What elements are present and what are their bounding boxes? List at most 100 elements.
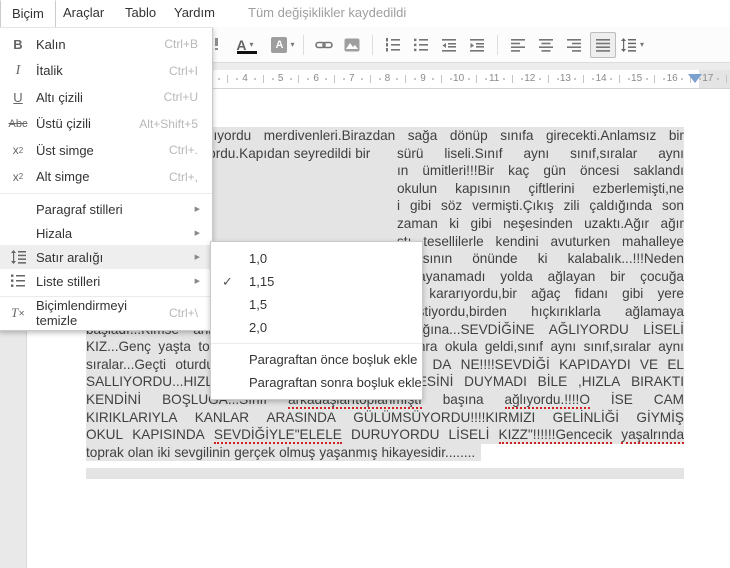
menu-tablo[interactable]: Tablo [114,0,167,26]
menu-separator [0,193,212,194]
submenu-item-label: Paragraftan sonra boşluk ekle [249,375,422,390]
doc-word: SALLIYORDU...HIZLA [86,374,222,390]
list-styles-icon [0,273,36,289]
format-menu-item-alt-simge[interactable]: x 2 Alt simge Ctrl+, [0,164,212,191]
doc-word: girecekti.Anlamsız [545,128,657,143]
submenu-item-label: 1,15 [249,274,275,289]
format-menu-item-alti-cizili[interactable]: U Altı çizili Ctrl+U [0,84,212,111]
submenu-item-label: 2,0 [249,320,268,335]
align-right-button[interactable] [562,33,586,57]
image-icon [344,38,360,52]
dropdown-caret-icon[interactable]: ▾ [250,40,254,49]
doc-word: aynı [523,145,550,161]
format-menu: B Kalın Ctrl+B I İtalik Ctrl+I U Altı çizili Ctr… [0,27,213,331]
doc-word: son [662,198,684,214]
format-menu-item-bicimlendirmeyi-temizle[interactable]: T ✕ Biçimlendirmeyi temizle Ctrl+\ [0,298,212,328]
menu-separator [211,343,422,344]
ruler-number: 4 [242,73,248,84]
doc-word: kararıyordu,bir [429,286,517,302]
doc-word: yolda [500,268,533,284]
format-menu-item-italik[interactable]: I İtalik Ctrl+I [0,58,212,85]
doc-word: gibi [409,198,432,214]
format-menu-item-satir-araligi[interactable]: Satır aralığı ▶ [0,245,212,269]
format-menu-item-ustu-cizili[interactable]: Abc Üstü çizili Alt+Shift+5 [0,111,212,138]
format-menu-item-kalin[interactable]: B Kalın Ctrl+B [0,31,212,58]
doc-word: kalabalık...!!!Neden [567,251,684,267]
increase-indent-button[interactable] [465,33,489,57]
align-left-button[interactable] [506,33,530,57]
submenu-item-spacing-1-0[interactable]: 1,0 [211,247,422,270]
indent-icon [469,37,485,53]
menu-yardim[interactable]: Yardım [163,0,226,26]
right-indent-marker[interactable] [688,74,702,83]
ruler-tick [449,78,452,80]
decrease-indent-button[interactable] [437,33,461,57]
doc-word: gün [543,163,566,179]
highlight-color-button[interactable]: A ▾ [271,33,295,57]
doc-word: KIRIKLARIYLA [86,409,178,425]
menu-item-label: Üstü çizili [36,116,91,132]
submenu-item-label: 1,5 [249,297,268,312]
submenu-item-spacing-1-15[interactable]: ✓ 1,15 [211,270,422,293]
doc-word: aynı [658,339,684,355]
format-menu-item-hizala[interactable]: Hizala ▶ [0,221,212,245]
doc-fragment: toprak olan iki sevgilinin gerçek olmuş yaşanm… [86,443,482,462]
align-left-icon [510,37,526,53]
link-icon [315,37,333,53]
ruler-number: 8 [384,73,391,84]
format-menu-item-ust-simge[interactable]: x 2 Üst simge Ctrl+. [0,137,212,164]
doc-word: KAPIDAYDI [559,356,631,372]
menu-item-label: Üst simge [36,142,94,158]
doc-word: GÜLÜMSÜYORDU!!!!KIRMIZI [353,409,536,425]
submenu-item-spacing-2-0[interactable]: 2,0 [211,316,422,339]
doc-word: bir [668,128,684,143]
submenu-item-space-after-paragraph[interactable]: Paragraftan sonra boşluk ekle [211,371,422,394]
doc-word: gerçek [234,444,276,460]
submenu-item-spacing-1-5[interactable]: 1,5 [211,293,422,316]
doc-line: KIRIKLARIYLA KANLAR ARASINDA GÜLÜMSÜYORDU!!… [86,408,684,427]
doc-word: bir [355,145,371,161]
insert-link-button[interactable] [312,33,336,57]
doc-word: merdivenleri.Birazdan [263,128,396,143]
doc-word: istiyordu,birden [414,304,507,319]
doc-word: GİYMİŞ [636,409,684,425]
menu-bicim[interactable]: Biçim [0,0,56,27]
app-window: manıyordu merdivenleri.Birazdan sağa dönüp s… [0,0,730,568]
justify-button[interactable] [590,31,616,58]
doc-word: yere [657,286,684,302]
doc-word: ağlamaya [624,304,684,319]
doc-word: tesellilerle [423,233,484,249]
ruler-tick [618,75,620,83]
doc-fragment: zaman ki gibi neşesinden uzaktı.Ağır ağır [397,215,684,233]
submenu-item-space-before-paragraph[interactable]: Paragraftan önce boşluk ekle [211,348,422,371]
align-center-icon [538,37,554,53]
doc-word: CAM [653,392,684,407]
submenu-arrow-icon: ▶ [194,254,200,261]
doc-word: ki [537,251,548,267]
format-menu-item-liste-stilleri[interactable]: Liste stilleri ▶ [0,269,212,293]
bulleted-list-button[interactable] [409,33,433,57]
dropdown-caret-icon[interactable]: ▾ [290,40,294,49]
superscript-icon: x2 [12,143,24,158]
doc-line: toprak olan iki sevgilinin gerçek olmuş yaşanm… [86,443,684,462]
line-spacing-submenu: 1,0 ✓ 1,15 1,5 2,0 Paragraftan önce boşluk ek… [210,241,423,400]
toolbar-separator [303,34,304,55]
text-color-button[interactable]: A ▾ [233,33,267,57]
doc-word: uzaktı.Ağır [584,216,650,231]
menu-araclar[interactable]: Araçlar [52,0,115,26]
ruler-tick [609,78,612,80]
menu-item-shortcut: Ctrl+. [168,143,198,158]
doc-word: önünde [472,251,518,267]
numbered-list-button[interactable] [381,33,405,57]
dropdown-caret-icon[interactable]: ▾ [640,40,644,49]
toolbar-partial-button[interactable] [214,38,219,51]
insert-image-button[interactable] [340,33,364,57]
menu-item-shortcut: Ctrl+, [168,169,198,184]
doc-word: sürü [397,145,424,161]
line-spacing-button[interactable]: ▾ [620,33,644,57]
line-spacing-icon [620,37,637,53]
format-menu-item-paragraf-stilleri[interactable]: Paragraf stilleri ▶ [0,197,212,221]
align-center-button[interactable] [534,33,558,57]
doc-word: olmuş [279,444,316,460]
ruler-tick [716,78,719,80]
